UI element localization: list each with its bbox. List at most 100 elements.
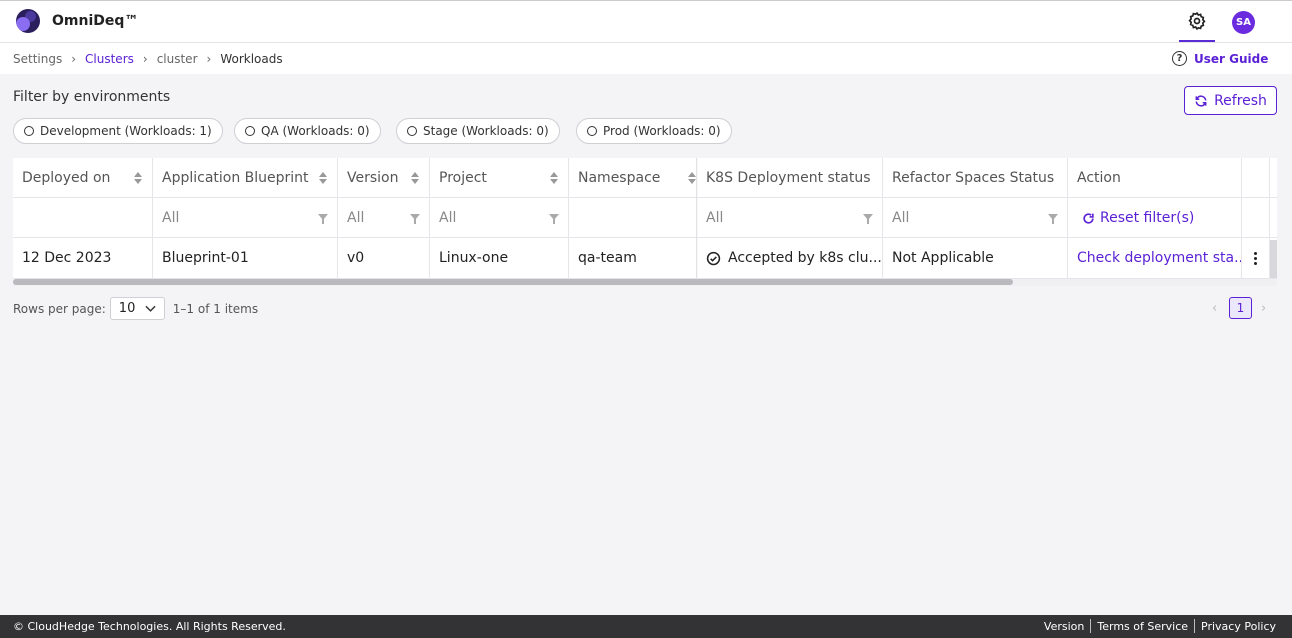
refresh-label: Refresh [1214, 92, 1267, 109]
refresh-button[interactable]: Refresh [1184, 86, 1277, 115]
filter-cell-deployed-on [13, 198, 153, 238]
horizontal-scrollbar-thumb[interactable] [13, 279, 1013, 285]
check-deployment-status-link[interactable]: Check deployment sta... [1068, 238, 1242, 278]
gear-icon [1188, 11, 1206, 30]
breadcrumb-workloads: Workloads [220, 52, 283, 66]
kebab-dot [1254, 256, 1257, 260]
top-bar: OmniDeq™ SA [0, 0, 1292, 43]
env-filter-qa[interactable]: QA (Workloads: 0) [234, 118, 381, 144]
reset-icon [1083, 212, 1094, 224]
filter-icon[interactable] [863, 214, 873, 224]
sort-icon[interactable] [134, 172, 142, 186]
radio-icon [407, 126, 417, 136]
cell-namespace: qa-team [569, 238, 697, 278]
env-filter-stage[interactable]: Stage (Workloads: 0) [396, 118, 560, 144]
reset-filters-label: Reset filter(s) [1100, 210, 1195, 226]
env-label: Stage (Workloads: 0) [423, 124, 549, 138]
table-row: 12 Dec 2023 Blueprint-01 v0 Linux-one qa… [13, 238, 1277, 279]
omnideq-logo[interactable] [16, 9, 40, 33]
kebab-dot [1254, 251, 1257, 255]
user-avatar[interactable]: SA [1232, 11, 1255, 34]
cell-refactor-status: Not Applicable [883, 238, 1068, 278]
breadcrumb-bar: Settings › Clusters › cluster › Workload… [0, 43, 1292, 74]
footer-link-version[interactable]: Version [1038, 620, 1090, 633]
filter-icon[interactable] [549, 214, 559, 224]
breadcrumb-cluster[interactable]: cluster [157, 52, 198, 66]
next-page-icon[interactable]: › [1261, 301, 1266, 316]
chevron-right-icon: › [206, 52, 212, 66]
column-header-namespace[interactable]: Namespace [569, 158, 697, 198]
filter-value: All [347, 210, 365, 226]
env-filter-prod[interactable]: Prod (Workloads: 0) [576, 118, 732, 144]
items-range: 1–1 of 1 items [172, 301, 259, 316]
column-label: Refactor Spaces Status [892, 170, 1055, 186]
footer-links: Version Terms of Service Privacy Policy [1038, 619, 1276, 633]
brand-name: OmniDeq™ [52, 13, 139, 29]
rows-per-page-label: Rows per page: [13, 301, 106, 316]
pinned-column-shadow [696, 158, 698, 278]
k8s-status-text: Accepted by k8s clu... [728, 250, 882, 266]
column-label: K8S Deployment status [706, 170, 871, 186]
breadcrumb-clusters[interactable]: Clusters [85, 52, 134, 66]
user-guide-link[interactable]: ? User Guide [1172, 51, 1268, 66]
rows-per-page-select[interactable]: 10 [109, 297, 165, 320]
sort-icon[interactable] [688, 172, 696, 186]
column-label: Action [1077, 170, 1121, 186]
filter-k8s-status[interactable]: All [697, 198, 883, 238]
sort-icon[interactable] [411, 172, 419, 186]
column-header-deployed-on[interactable]: Deployed on [13, 158, 153, 198]
filter-value: All [439, 210, 457, 226]
filter-project[interactable]: All [430, 198, 569, 238]
chevron-right-icon: › [71, 52, 77, 66]
column-label: Deployed on [22, 170, 111, 186]
rows-per-page-value: 10 [118, 301, 136, 316]
footer-link-terms[interactable]: Terms of Service [1091, 620, 1194, 633]
cell-blueprint: Blueprint-01 [153, 238, 338, 278]
page-1-button[interactable]: 1 [1229, 297, 1252, 319]
filter-icon[interactable] [410, 214, 420, 224]
kebab-dot [1254, 261, 1257, 265]
copyright-text: © CloudHedge Technologies. All Rights Re… [13, 620, 286, 633]
filter-refactor-status[interactable]: All [883, 198, 1068, 238]
check-circle-icon [706, 251, 721, 265]
column-header-k8s-status[interactable]: K8S Deployment status [697, 158, 883, 198]
radio-icon [587, 126, 597, 136]
column-label: Project [439, 170, 487, 186]
filter-cell-menu [1242, 198, 1270, 238]
column-header-version[interactable]: Version [338, 158, 430, 198]
cell-version: v0 [338, 238, 430, 278]
radio-icon [24, 126, 34, 136]
cell-deployed-on: 12 Dec 2023 [13, 238, 153, 278]
column-label: Application Blueprint [162, 170, 309, 186]
column-header-blueprint[interactable]: Application Blueprint [153, 158, 338, 198]
table-header-row: Deployed on Application Blueprint Versio… [13, 158, 1277, 198]
sort-icon[interactable] [550, 172, 558, 186]
column-header-menu [1242, 158, 1270, 198]
sort-icon[interactable] [319, 172, 327, 186]
row-menu-button[interactable] [1242, 238, 1270, 278]
filter-title: Filter by environments [13, 89, 171, 105]
filter-icon[interactable] [1048, 214, 1058, 224]
filter-icon[interactable] [318, 214, 328, 224]
settings-button[interactable] [1179, 1, 1215, 42]
chevron-down-icon [145, 305, 156, 312]
filter-value: All [892, 210, 910, 226]
env-label: Development (Workloads: 1) [40, 124, 212, 138]
env-filter-development[interactable]: Development (Workloads: 1) [13, 118, 223, 144]
breadcrumb-settings[interactable]: Settings [13, 52, 62, 66]
vertical-scrollbar[interactable] [1270, 240, 1277, 278]
filter-value: All [162, 210, 180, 226]
filter-blueprint[interactable]: All [153, 198, 338, 238]
column-label: Namespace [578, 170, 661, 186]
footer: © CloudHedge Technologies. All Rights Re… [0, 615, 1292, 638]
filter-version[interactable]: All [338, 198, 430, 238]
pagination-bar: Rows per page: 10 1–1 of 1 items [13, 297, 258, 320]
cell-k8s-status: Accepted by k8s clu... [697, 238, 883, 278]
column-header-project[interactable]: Project [430, 158, 569, 198]
user-guide-label: User Guide [1194, 51, 1269, 66]
footer-link-privacy[interactable]: Privacy Policy [1195, 620, 1276, 633]
column-header-refactor-status[interactable]: Refactor Spaces Status [883, 158, 1068, 198]
prev-page-icon[interactable]: ‹ [1212, 301, 1217, 316]
column-label: Version [347, 170, 399, 186]
reset-filters-button[interactable]: Reset filter(s) [1068, 198, 1242, 238]
